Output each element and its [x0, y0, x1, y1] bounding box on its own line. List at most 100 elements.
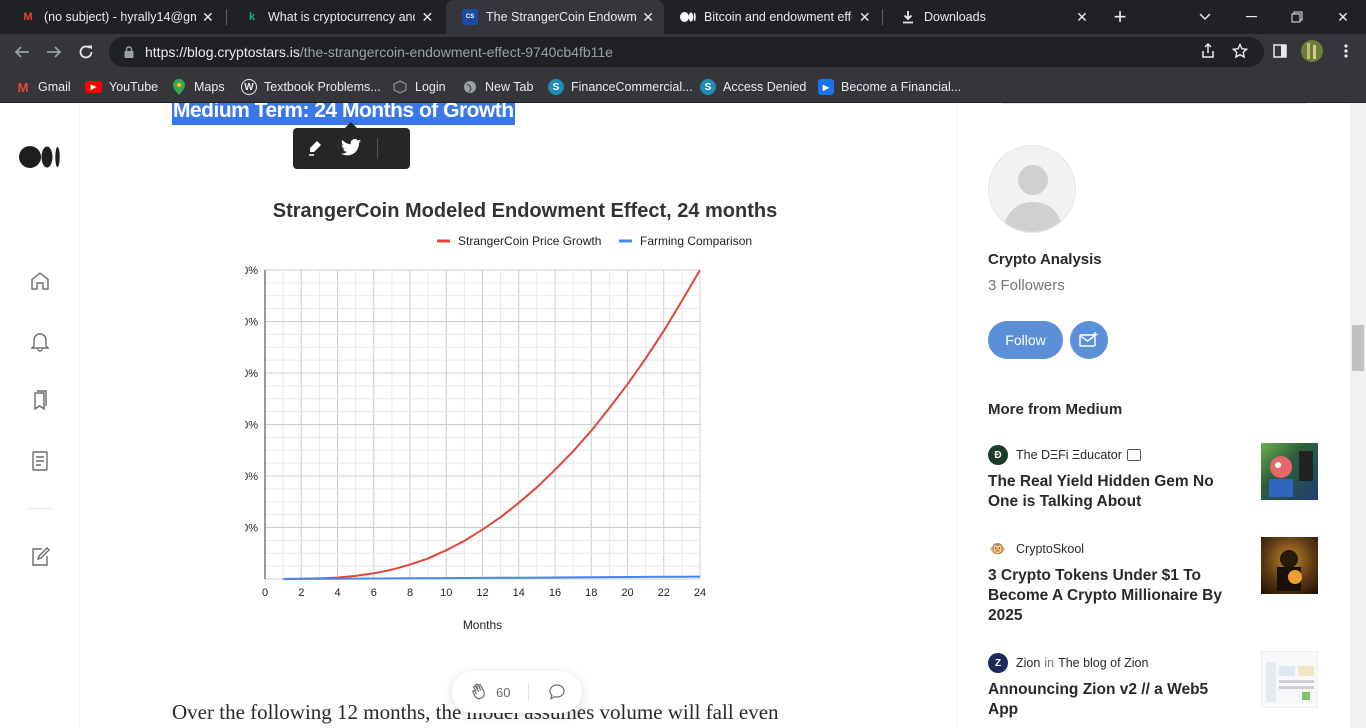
share-icon[interactable]: [1198, 41, 1218, 61]
bookmark-finance-commercial[interactable]: S FinanceCommercial...: [548, 76, 693, 98]
author-avatar-small: 🐵: [988, 539, 1008, 559]
story-thumbnail[interactable]: [1261, 651, 1318, 708]
forward-button[interactable]: [40, 38, 68, 66]
minimize-button[interactable]: [1228, 0, 1274, 34]
y-tick-label: 10000.00%: [245, 471, 258, 483]
clap-icon[interactable]: [470, 682, 490, 702]
close-icon[interactable]: ✕: [642, 9, 654, 25]
bookmarks-bar: M Gmail ▶ YouTube Maps W Textbook Problems.…: [0, 70, 1366, 103]
close-icon[interactable]: ✕: [1074, 9, 1090, 25]
legend-label: StrangerCoin Price Growth: [458, 234, 601, 248]
story-item[interactable]: Z Zion in The blog of Zion Announcing Zion …: [988, 651, 1318, 720]
x-tick-label: 10: [440, 587, 452, 599]
endowment-effect-chart: StrangerCoin Modeled Endowment Effect, 2…: [245, 200, 777, 632]
bookmark-youtube[interactable]: ▶ YouTube: [85, 76, 158, 98]
close-window-button[interactable]: ✕: [1320, 0, 1366, 34]
tab-gmail[interactable]: M (no subject) - hyrally14@gmail.com ✕: [4, 0, 224, 34]
x-tick-label: 22: [658, 587, 670, 599]
medium-icon: [680, 9, 696, 25]
profile-avatar[interactable]: [1301, 40, 1323, 62]
author-avatar[interactable]: [988, 145, 1076, 233]
write-icon[interactable]: [28, 545, 52, 569]
author-sidebar: Crypto Analysis 3 Followers Follow More …: [956, 103, 1350, 728]
stories-icon[interactable]: [28, 449, 52, 473]
close-icon[interactable]: ✕: [202, 9, 214, 25]
x-tick-label: 24: [694, 587, 706, 599]
x-tick-label: 2: [298, 587, 304, 599]
x-tick-label: 12: [476, 587, 488, 599]
bookmark-textbook[interactable]: W Textbook Problems...: [241, 76, 381, 98]
finance-s-icon: S: [548, 79, 564, 95]
highlight-pen-icon[interactable]: [306, 139, 324, 157]
twitter-icon[interactable]: [340, 138, 362, 158]
download-icon: [900, 9, 916, 25]
bookmark-access-denied[interactable]: S Access Denied: [700, 76, 806, 98]
story-title[interactable]: The Real Yield Hidden Gem No One is Talk…: [988, 472, 1228, 512]
story-title[interactable]: 3 Crypto Tokens Under $1 To Become A Cry…: [988, 566, 1228, 626]
close-icon[interactable]: ✕: [858, 9, 872, 25]
video-play-icon: ▶: [818, 79, 834, 95]
menu-kebab-icon[interactable]: [1336, 41, 1356, 61]
bookmark-login[interactable]: Login: [392, 76, 446, 98]
page-scrollbar[interactable]: [1350, 103, 1366, 728]
home-icon[interactable]: [28, 269, 52, 293]
highlighted-heading[interactable]: Medium Term: 24 Months of Growth: [172, 103, 515, 125]
medium-left-nav: [0, 103, 80, 728]
author-avatar-small: Z: [988, 653, 1008, 673]
lock-icon[interactable]: [121, 46, 137, 58]
story-author[interactable]: CryptoSkool: [1016, 542, 1084, 556]
tab-bitcoin[interactable]: Bitcoin and endowment effect ✕: [664, 0, 882, 34]
bookmark-star-icon[interactable]: [1230, 41, 1250, 61]
youtube-icon: ▶: [85, 81, 102, 93]
author-name[interactable]: Crypto Analysis: [988, 251, 1102, 268]
more-from-medium-heading: More from Medium: [988, 401, 1123, 418]
x-tick-label: 18: [585, 587, 597, 599]
story-item[interactable]: Ð The DΞFi Ξducator The Real Yield Hidden…: [988, 443, 1318, 512]
notifications-bell-icon[interactable]: [28, 329, 52, 353]
bookmark-maps[interactable]: Maps: [171, 76, 225, 98]
response-bubble-icon[interactable]: [547, 682, 567, 702]
tab-title: Bitcoin and endowment effect: [704, 10, 852, 24]
new-tab-button[interactable]: +: [1108, 4, 1132, 29]
article-main: Medium Term: 24 Months of Growth Strange…: [80, 103, 956, 728]
reload-button[interactable]: [72, 38, 100, 66]
follow-button[interactable]: Follow: [988, 321, 1063, 359]
y-tick-label: 30000.00%: [245, 265, 258, 277]
tab-koinly[interactable]: k What is cryptocurrency and how ✕: [228, 0, 444, 34]
back-button[interactable]: [8, 38, 36, 66]
tab-search-button[interactable]: [1182, 0, 1228, 34]
lists-bookmark-icon[interactable]: [28, 389, 52, 413]
restore-button[interactable]: [1274, 0, 1320, 34]
y-tick-label: 5000.00%: [245, 523, 258, 535]
story-thumbnail[interactable]: [1261, 443, 1318, 500]
highlight-popover: [293, 122, 410, 169]
url-text: https://blog.cryptostars.is/the-stranger…: [145, 44, 613, 60]
x-tick-label: 0: [262, 587, 268, 599]
story-author[interactable]: The DΞFi Ξducator: [1016, 448, 1122, 462]
story-publication[interactable]: The blog of Zion: [1058, 656, 1148, 670]
close-icon[interactable]: ✕: [421, 9, 434, 25]
wordpress-icon: W: [241, 79, 257, 95]
bookmark-new-tab[interactable]: New Tab: [462, 76, 533, 98]
story-thumbnail[interactable]: [1261, 537, 1318, 594]
clap-count: 60: [496, 684, 511, 700]
y-tick-label: 20000.00%: [245, 368, 258, 380]
story-author[interactable]: Zion: [1016, 656, 1040, 670]
legend-label: Farming Comparison: [640, 234, 752, 248]
browser-toolbar: https://blog.cryptostars.is/the-stranger…: [0, 34, 1366, 70]
side-panel-icon[interactable]: [1270, 41, 1290, 61]
bar-divider: [528, 683, 530, 701]
bookmark-become-financial[interactable]: ▶ Become a Financial...: [818, 76, 961, 98]
tab-downloads[interactable]: Downloads ✕: [884, 0, 1100, 34]
author-avatar-small: Ð: [988, 445, 1008, 465]
story-item[interactable]: 🐵 CryptoSkool 3 Crypto Tokens Under $1 To…: [988, 537, 1318, 626]
address-bar[interactable]: https://blog.cryptostars.is/the-stranger…: [109, 37, 1264, 67]
bookmark-gmail[interactable]: M Gmail: [15, 76, 71, 98]
tab-strangercoin[interactable]: CS The StrangerCoin Endowment Effect ✕: [446, 0, 664, 34]
subscribe-email-button[interactable]: [1070, 321, 1108, 359]
scrollbar-thumb[interactable]: [1352, 325, 1364, 371]
story-title[interactable]: Announcing Zion v2 // a Web5 App: [988, 680, 1228, 720]
followers-count[interactable]: 3 Followers: [988, 277, 1065, 294]
medium-logo-icon[interactable]: [19, 146, 61, 168]
in-label: in: [1044, 656, 1055, 670]
